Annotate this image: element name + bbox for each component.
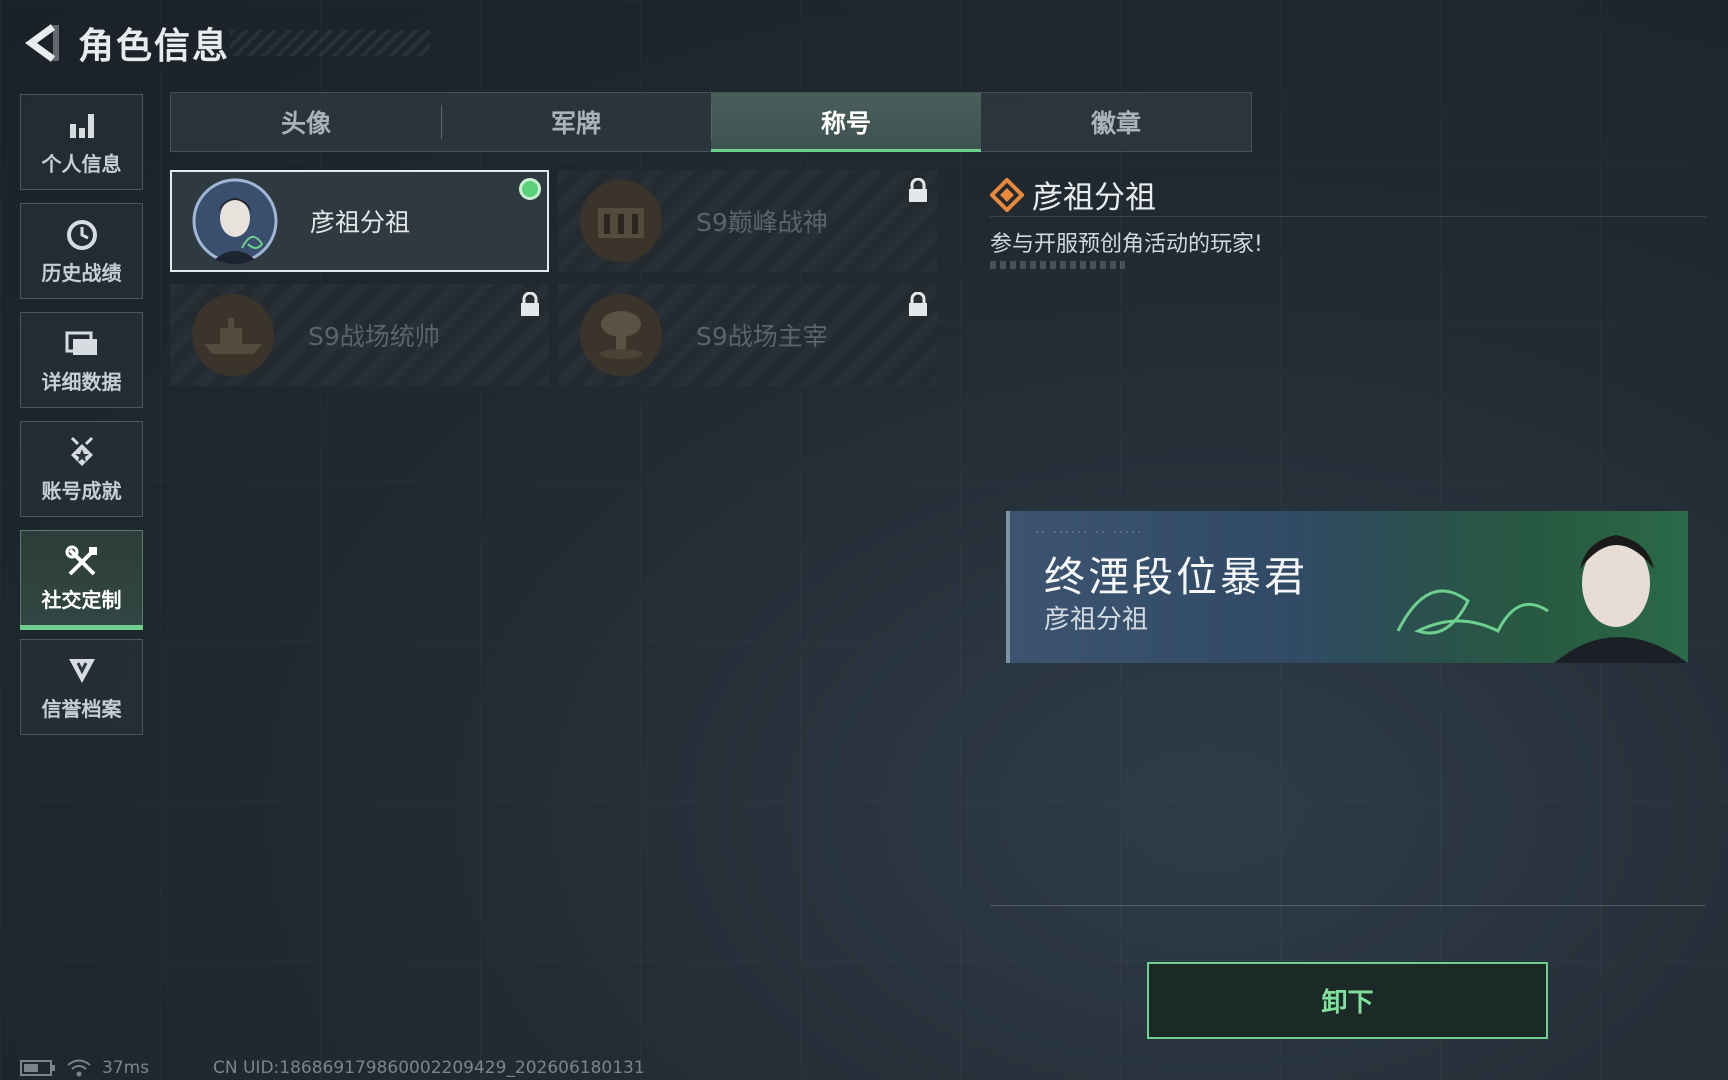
title-card-name: S9巅峰战神 [696, 208, 828, 237]
bar-chart-icon [64, 108, 100, 144]
tab-title[interactable]: 称号 [711, 93, 981, 152]
sidebar-item-achievements[interactable]: 账号成就 [20, 421, 143, 517]
sidebar-item-social-custom[interactable]: 社交定制 [20, 530, 143, 630]
detail-header: 彦祖分祖 [990, 172, 1156, 217]
warship-emblem-icon [190, 292, 276, 378]
banner-decoration-code: ·· ······ ·· ····· [1034, 527, 1143, 538]
divider [990, 905, 1706, 906]
banner-portrait-image [1358, 511, 1688, 663]
ping-value: 37ms [102, 1058, 150, 1078]
sidebar-item-reputation[interactable]: 信誉档案 [20, 639, 143, 735]
title-card-name: 彦祖分祖 [310, 208, 411, 237]
user-uid: CN UID:1868691798600022094​29_2026061801… [213, 1058, 645, 1078]
title-stripe-decoration [230, 30, 430, 56]
mushroom-cloud-emblem-icon [578, 292, 664, 378]
medal-icon [64, 435, 100, 471]
detail-description: 参与开服预创角活动的玩家! [990, 232, 1263, 257]
title-card-name: S9战场统帅 [308, 322, 440, 351]
sidebar-item-history[interactable]: 历史战绩 [20, 203, 143, 299]
sidebar-item-label: 账号成就 [41, 478, 122, 503]
portrait-avatar [192, 178, 278, 264]
tab-dog-tag[interactable]: 军牌 [441, 93, 711, 151]
history-clock-icon [64, 217, 100, 253]
detail-title: 彦祖分祖 [1032, 180, 1156, 216]
header: 角色信息 [20, 18, 430, 68]
page-title: 角色信息 [78, 26, 231, 67]
title-card-s9-dominator[interactable]: S9战场主宰 [558, 284, 937, 386]
tools-icon [64, 544, 100, 580]
sidebar-item-personal-info[interactable]: 个人信息 [20, 94, 143, 190]
diamond-title-icon [990, 177, 1024, 212]
shield-badge-icon [64, 653, 100, 689]
building-emblem-icon [578, 178, 664, 264]
banner-title: 终湮段位暴君 [1044, 553, 1308, 601]
lock-icon [909, 178, 927, 202]
back-arrow-icon [25, 24, 59, 62]
sidebar-item-detailed-data[interactable]: 详细数据 [20, 312, 143, 408]
sidebar-item-label: 社交定制 [41, 587, 122, 612]
sidebar: 个人信息 历史战绩 详细数据 账号成就 社交定制 信誉档案 [20, 94, 143, 748]
equipped-indicator [519, 178, 541, 200]
sidebar-item-label: 信誉档案 [41, 696, 122, 721]
title-card-grid: 彦祖分祖 S9巅峰战神 S9战场统帅 S9战场主宰 [170, 170, 937, 386]
divider [990, 216, 1706, 217]
sidebar-item-label: 个人信息 [41, 151, 122, 176]
lock-icon [909, 292, 927, 316]
status-bar: 37ms [20, 1058, 149, 1078]
unequip-button[interactable]: 卸下 [1147, 962, 1548, 1039]
tab-bar: 头像 军牌 称号 徽章 [170, 92, 1252, 152]
title-card-s9-peak[interactable]: S9巅峰战神 [558, 170, 937, 272]
sidebar-item-label: 历史战绩 [41, 260, 122, 285]
back-button[interactable] [20, 21, 64, 65]
tab-badge[interactable]: 徽章 [981, 93, 1251, 151]
decorative-dashes [990, 261, 1125, 269]
title-card-yanzu[interactable]: 彦祖分祖 [170, 170, 549, 272]
folder-icon [64, 326, 100, 362]
battery-icon [20, 1060, 55, 1076]
wifi-icon [67, 1059, 91, 1077]
title-banner-preview: ·· ······ ·· ····· 终湮段位暴君 彦祖分祖 [1006, 511, 1688, 663]
title-card-s9-commander[interactable]: S9战场统帅 [170, 284, 549, 386]
banner-subtitle: 彦祖分祖 [1044, 605, 1149, 635]
tab-avatar[interactable]: 头像 [171, 93, 441, 151]
sidebar-item-label: 详细数据 [41, 369, 122, 394]
title-card-name: S9战场主宰 [696, 322, 828, 351]
lock-icon [521, 292, 539, 316]
